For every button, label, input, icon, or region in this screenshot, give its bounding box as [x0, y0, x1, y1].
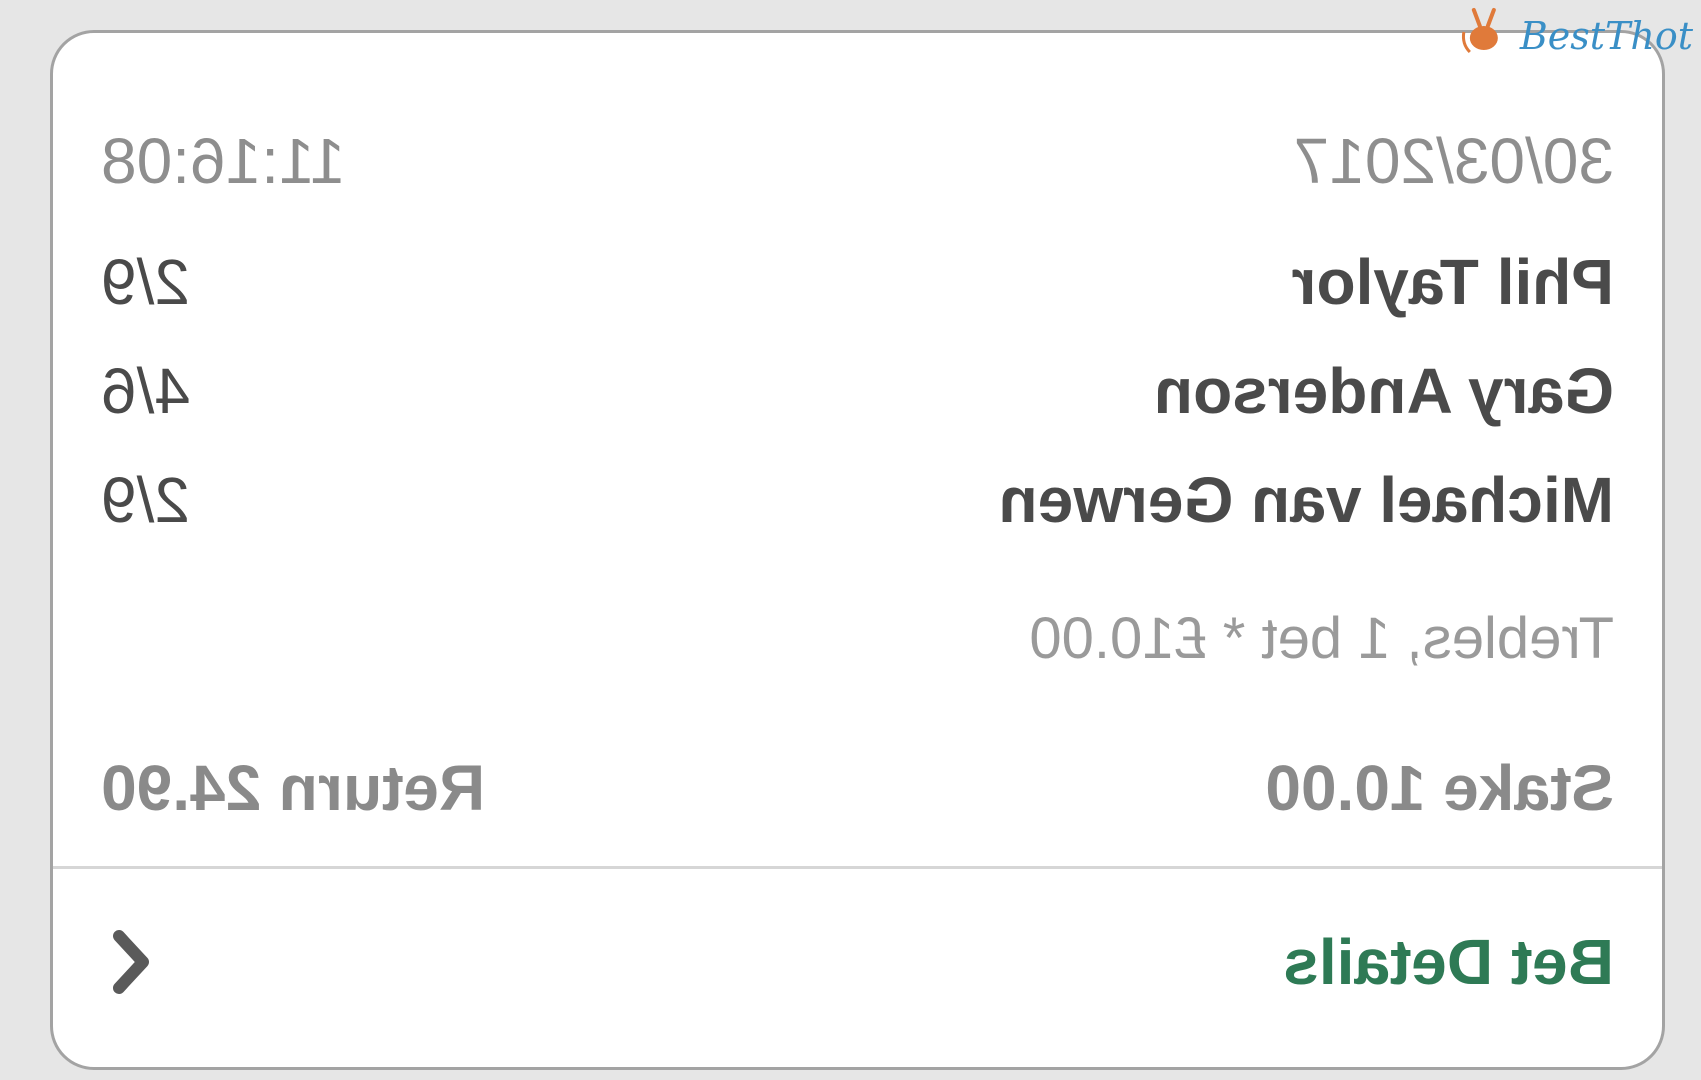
bet-details-label: Bet Details	[1283, 926, 1614, 998]
selection-name: Michael van Gerwen	[998, 464, 1614, 536]
timestamp-row: 30/03/2017 11:16:08	[53, 121, 1662, 201]
selection-name: Phil Taylor	[1291, 246, 1614, 318]
selection-row: Michael van Gerwen 2/9	[53, 455, 1662, 545]
bet-time: 11:16:08	[101, 125, 346, 197]
stake-amount: Stake 10.00	[1265, 752, 1614, 824]
bunny-logo-icon	[1460, 6, 1514, 65]
bet-type-row: Trebles, 1 bet * £10.00	[53, 598, 1662, 678]
selection-row: Gary Anderson 4/6	[53, 346, 1662, 436]
watermark-logo: BestThot	[1460, 6, 1693, 65]
bet-receipt-card: 30/03/2017 11:16:08 Phil Taylor 2/9 Gary…	[50, 30, 1665, 1070]
bet-type: Trebles, 1 bet * £10.00	[1029, 605, 1614, 671]
totals-row: Stake 10.00 Return 24.90	[53, 743, 1662, 833]
selection-name: Gary Anderson	[1154, 355, 1614, 427]
return-amount: Return 24.90	[101, 752, 486, 824]
selection-row: Phil Taylor 2/9	[53, 237, 1662, 327]
watermark-text: BestThot	[1519, 13, 1693, 58]
selection-odds: 4/6	[101, 355, 190, 427]
selection-odds: 2/9	[101, 464, 190, 536]
bet-date: 30/03/2017	[1293, 125, 1614, 197]
chevron-left-icon[interactable]	[101, 927, 161, 997]
mirrored-screenshot: 30/03/2017 11:16:08 Phil Taylor 2/9 Gary…	[0, 0, 1701, 1080]
bet-details-toggle[interactable]: Bet Details	[53, 869, 1662, 1070]
selection-odds: 2/9	[101, 246, 190, 318]
